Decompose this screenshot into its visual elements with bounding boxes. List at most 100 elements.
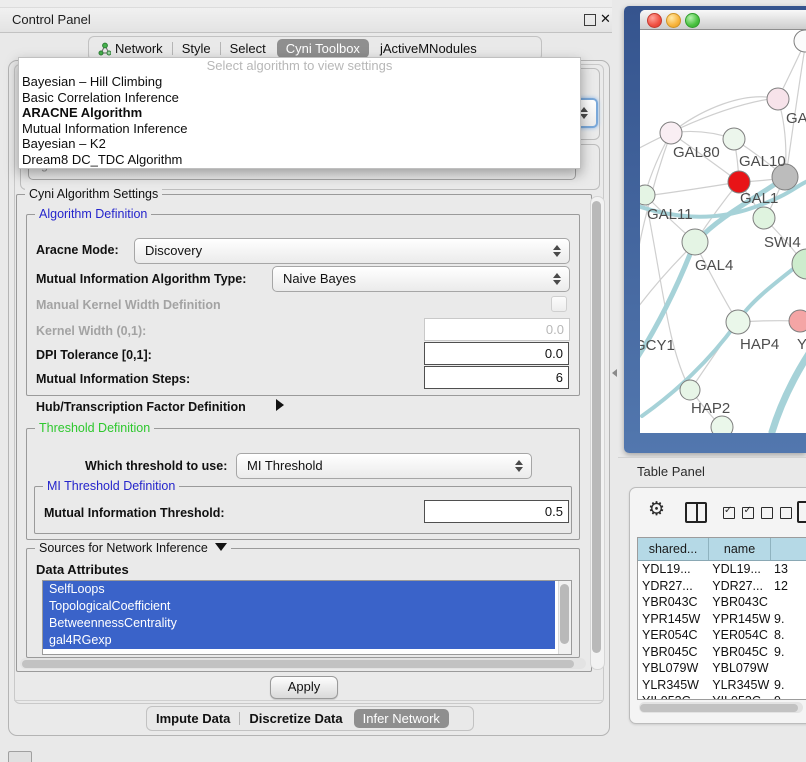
table-horizontal-scrollbar-thumb[interactable]: [640, 704, 798, 712]
network-node[interactable]: [711, 416, 733, 433]
network-node[interactable]: [640, 185, 655, 205]
table-row[interactable]: YLR345WYLR345W9.: [638, 677, 806, 694]
table-cell[interactable]: YIL052C: [638, 693, 708, 699]
table-cell[interactable]: YLR345W: [708, 677, 770, 694]
table-cell[interactable]: YBR045C: [708, 644, 770, 661]
tab-select[interactable]: Select: [221, 39, 275, 58]
table-cell[interactable]: YDL19...: [708, 561, 770, 578]
list-item[interactable]: SelfLoops: [43, 581, 555, 598]
table-cell[interactable]: 9.: [770, 644, 806, 661]
network-view-frame[interactable]: GALGAL80GAL10GAL1GAL11GAL4SWI4HAP4YGCY1H…: [624, 6, 806, 453]
tab-impute-data[interactable]: Impute Data: [147, 709, 239, 728]
table-cell[interactable]: YBR043C: [638, 594, 708, 611]
table-cell[interactable]: YER054C: [708, 627, 770, 644]
network-node[interactable]: [682, 229, 708, 255]
network-edge[interactable]: [646, 182, 739, 196]
table-row[interactable]: YBR045CYBR045C9.: [638, 644, 806, 661]
column-header[interactable]: name: [709, 538, 771, 560]
network-node[interactable]: [753, 207, 775, 229]
table-cell[interactable]: YBR043C: [708, 594, 770, 611]
table-cell[interactable]: 12: [770, 578, 806, 595]
table-row[interactable]: YER054CYER054C8.: [638, 627, 806, 644]
sources-collapse-icon[interactable]: [215, 543, 227, 551]
minimize-window-icon[interactable]: [666, 13, 681, 28]
table-cell[interactable]: YBL079W: [708, 660, 770, 677]
popup-item[interactable]: Dream8 DC_TDC Algorithm: [19, 152, 580, 168]
table-cell[interactable]: 13: [770, 561, 806, 578]
close-icon[interactable]: ✕: [600, 11, 611, 27]
network-node[interactable]: [792, 249, 806, 279]
column-header[interactable]: shared...: [638, 538, 709, 560]
tab-style[interactable]: Style: [173, 39, 220, 58]
settings-vertical-scrollbar-thumb[interactable]: [592, 201, 601, 653]
attributes-vertical-scrollbar[interactable]: [558, 581, 571, 654]
network-node[interactable]: [723, 128, 745, 150]
tab-jactivemnodules[interactable]: jActiveMNodules: [371, 39, 486, 58]
table-horizontal-scrollbar[interactable]: [639, 702, 803, 713]
mi-steps-input[interactable]: 6: [424, 366, 569, 389]
select-all-columns-icon[interactable]: [723, 506, 754, 524]
network-edge-highlighted[interactable]: [739, 262, 802, 320]
table-row[interactable]: YPR145WYPR145W9.: [638, 611, 806, 628]
popup-item[interactable]: Mutual Information Inference: [19, 121, 580, 137]
tab-cyni-toolbox[interactable]: Cyni Toolbox: [277, 39, 369, 58]
mi-type-combo[interactable]: Naive Bayes: [272, 266, 570, 292]
table-cell[interactable]: YPR145W: [638, 611, 708, 628]
table-cell[interactable]: YDR27...: [638, 578, 708, 595]
network-edge-highlighted[interactable]: [772, 352, 806, 432]
settings-horizontal-scrollbar[interactable]: [20, 658, 586, 669]
deselect-all-columns-icon[interactable]: [761, 506, 792, 524]
table-cell[interactable]: YIL052C: [708, 693, 770, 699]
table-row[interactable]: YDL19...YDL19...13: [638, 561, 806, 578]
kernel-width-input[interactable]: 0.0: [424, 318, 570, 341]
network-node[interactable]: [794, 30, 806, 52]
popup-item-aracne[interactable]: ARACNE Algorithm: [19, 105, 580, 121]
network-edge[interactable]: [640, 133, 671, 322]
table-cell[interactable]: YBR045C: [638, 644, 708, 661]
close-window-icon[interactable]: [647, 13, 662, 28]
network-canvas[interactable]: GALGAL80GAL10GAL1GAL11GAL4SWI4HAP4YGCY1H…: [640, 30, 806, 433]
new-table-icon[interactable]: [797, 501, 806, 523]
table-cell[interactable]: [770, 594, 806, 611]
mi-threshold-input[interactable]: 0.5: [424, 500, 569, 523]
network-node[interactable]: [680, 380, 700, 400]
popup-item[interactable]: Bayesian – K2: [19, 136, 580, 152]
float-panel-icon[interactable]: [584, 14, 596, 26]
network-node[interactable]: [767, 88, 789, 110]
table-cell[interactable]: YDL19...: [638, 561, 708, 578]
data-attributes-list[interactable]: SelfLoops TopologicalCoefficient Between…: [42, 580, 572, 655]
hub-expand-icon[interactable]: [276, 399, 284, 411]
network-node[interactable]: [789, 310, 806, 332]
tab-network[interactable]: Network: [89, 39, 172, 58]
table-cell[interactable]: 8.: [770, 627, 806, 644]
network-edge[interactable]: [645, 196, 690, 389]
network-node[interactable]: [726, 310, 750, 334]
aracne-mode-combo[interactable]: Discovery: [134, 238, 570, 264]
table-row[interactable]: YDR27...YDR27...12: [638, 578, 806, 595]
dpi-tolerance-input[interactable]: 0.0: [424, 342, 569, 365]
table-cell[interactable]: YLR345W: [638, 677, 708, 694]
popup-item[interactable]: Basic Correlation Inference: [19, 90, 580, 106]
which-threshold-combo[interactable]: MI Threshold: [236, 453, 532, 479]
apply-button[interactable]: Apply: [270, 676, 338, 699]
table-row[interactable]: YBR043CYBR043C: [638, 594, 806, 611]
network-edge[interactable]: [671, 97, 778, 133]
list-item[interactable]: gal4RGexp: [43, 632, 555, 649]
table-cell[interactable]: 9: [770, 693, 806, 699]
split-columns-icon[interactable]: [685, 502, 707, 523]
settings-horizontal-scrollbar-thumb[interactable]: [22, 660, 574, 668]
network-node[interactable]: [660, 122, 682, 144]
zoom-window-icon[interactable]: [685, 13, 700, 28]
attributes-scrollbar-thumb[interactable]: [560, 584, 569, 644]
table-cell[interactable]: YBL079W: [638, 660, 708, 677]
manual-kernel-checkbox[interactable]: [551, 296, 567, 312]
network-window-titlebar[interactable]: [640, 10, 806, 30]
network-edge[interactable]: [695, 243, 737, 321]
table-cell[interactable]: YDR27...: [708, 578, 770, 595]
tab-infer-network[interactable]: Infer Network: [354, 709, 449, 728]
table-row[interactable]: YIL052CYIL052C9: [638, 693, 806, 699]
column-header[interactable]: [771, 538, 806, 560]
table-cell[interactable]: YER054C: [638, 627, 708, 644]
table-cell[interactable]: [770, 660, 806, 677]
splitter-handle-icon[interactable]: [612, 369, 617, 377]
